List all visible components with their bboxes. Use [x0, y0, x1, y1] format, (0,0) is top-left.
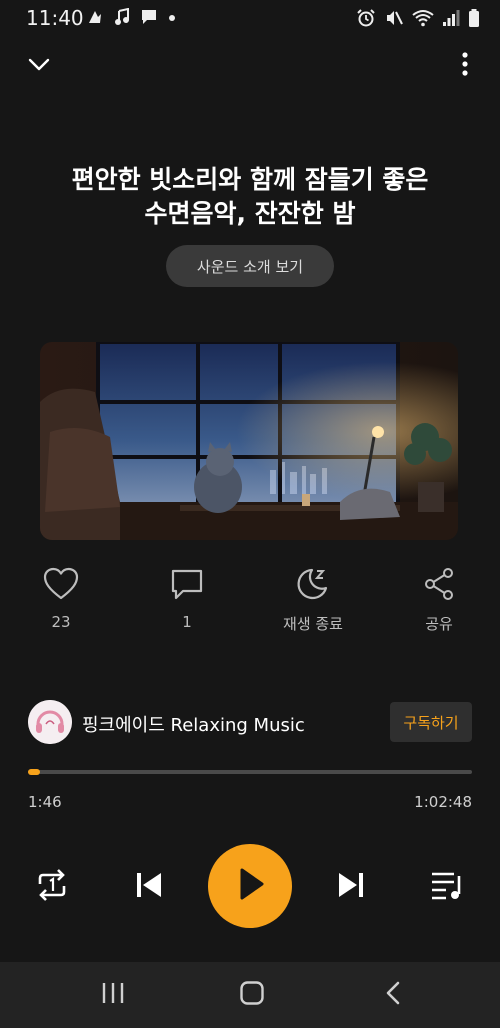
- heart-icon: [21, 567, 101, 603]
- track-title: 편안한 빗소리와 함께 잠들기 좋은 수면음악, 잔잔한 밤: [40, 163, 460, 231]
- play-button[interactable]: [208, 844, 292, 928]
- message-icon: [140, 8, 158, 26]
- comment-icon: [147, 567, 227, 603]
- seek-bar[interactable]: [28, 769, 472, 775]
- sound-intro-button[interactable]: 사운드 소개 보기: [166, 245, 334, 287]
- comment-button[interactable]: 1: [147, 567, 227, 631]
- cover-artwork: [40, 342, 458, 540]
- playback-controls: [0, 842, 500, 932]
- channel-row: 핑크에이드 Relaxing Music 구독하기: [28, 700, 472, 746]
- system-nav-bar: [0, 962, 500, 1028]
- wifi-icon: [412, 8, 434, 28]
- share-button[interactable]: 공유: [399, 567, 479, 634]
- home-icon: [239, 981, 265, 1010]
- comment-count: 1: [182, 613, 192, 631]
- playlist-button[interactable]: [430, 870, 466, 906]
- more-vertical-icon: [454, 52, 476, 82]
- playlist-music-icon: [430, 872, 466, 906]
- chevron-down-icon: [24, 58, 54, 80]
- top-bar: [0, 44, 500, 84]
- collapse-button[interactable]: [24, 52, 54, 76]
- recent-apps-icon: [100, 983, 126, 1010]
- track-title-line1: 편안한 빗소리와 함께 잠들기 좋은: [71, 165, 429, 194]
- sleep-timer-button[interactable]: 재생 종료: [273, 567, 353, 634]
- repeat-button[interactable]: [34, 868, 70, 906]
- skip-next-icon: [336, 873, 366, 904]
- home-button[interactable]: [239, 980, 265, 1010]
- status-left-icons: [86, 8, 176, 26]
- music-note-icon: [114, 8, 130, 26]
- seek-track: [28, 770, 472, 774]
- channel-avatar[interactable]: [28, 700, 72, 744]
- mute-icon: [384, 8, 404, 28]
- battery-icon: [468, 8, 480, 28]
- status-bar: 11:40: [0, 0, 500, 36]
- dot-icon: [168, 8, 176, 26]
- signal-icon: [442, 8, 460, 28]
- skip-previous-icon: [134, 873, 164, 904]
- status-time: 11:40: [26, 6, 84, 30]
- back-chevron-icon: [382, 981, 404, 1010]
- total-time: 1:02:48: [414, 793, 472, 811]
- repeat-icon: [34, 869, 70, 906]
- sleep-timer-label: 재생 종료: [283, 615, 343, 633]
- share-icon: [399, 567, 479, 603]
- play-icon: [233, 866, 267, 906]
- seek-progress-fill: [28, 769, 41, 775]
- next-button[interactable]: [336, 870, 366, 904]
- like-button[interactable]: 23: [21, 567, 101, 631]
- share-label: 공유: [425, 615, 453, 633]
- track-title-line2: 수면음악, 잔잔한 밤: [144, 199, 356, 228]
- action-row: 23 1 재생 종료 공유: [0, 567, 500, 637]
- channel-name[interactable]: 핑크에이드 Relaxing Music: [82, 711, 305, 737]
- app-notification-icon: [86, 8, 104, 26]
- previous-button[interactable]: [134, 870, 164, 904]
- current-time: 1:46: [28, 793, 62, 811]
- like-count: 23: [51, 613, 71, 631]
- moon-sleep-icon: [273, 567, 353, 603]
- more-options-button[interactable]: [454, 50, 476, 78]
- back-button[interactable]: [382, 980, 404, 1010]
- status-right-icons: [356, 8, 480, 28]
- alarm-icon: [356, 8, 376, 28]
- subscribe-button[interactable]: 구독하기: [390, 702, 472, 742]
- recent-apps-button[interactable]: [100, 980, 126, 1010]
